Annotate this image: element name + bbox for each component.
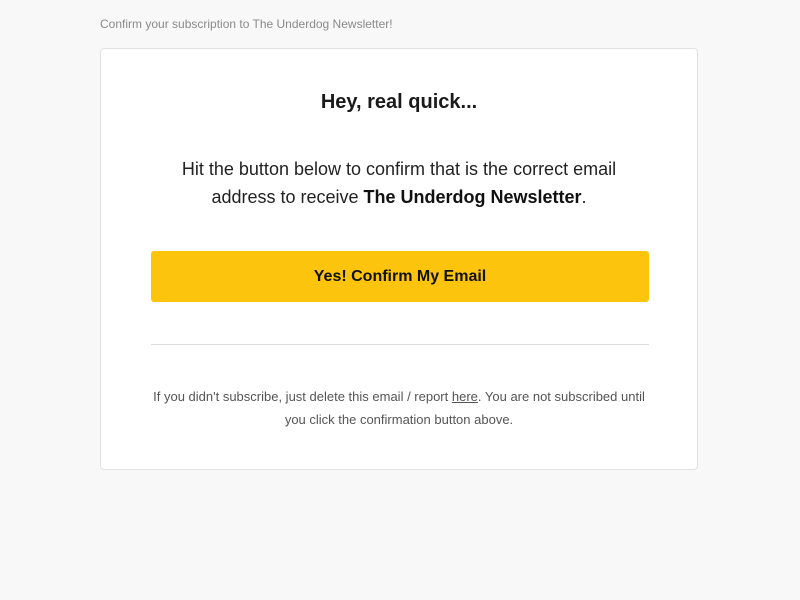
headline: Hey, real quick...: [320, 91, 478, 113]
footer-text-lead: If you didn't subscribe, just delete thi…: [153, 389, 452, 404]
divider: [151, 344, 649, 345]
footer-text: If you didn't subscribe, just delete thi…: [141, 385, 657, 431]
preheader-text: Confirm your subscription to The Underdo…: [100, 17, 393, 31]
report-link[interactable]: here: [452, 389, 478, 404]
email-card: Hey, real quick... Hit the button below …: [100, 48, 698, 470]
body-text-end: .: [581, 187, 587, 207]
confirm-email-button[interactable]: Yes! Confirm My Email: [151, 251, 649, 302]
newsletter-name: The Underdog Newsletter: [363, 187, 582, 207]
body-text: Hit the button below to confirm that is …: [151, 155, 647, 211]
